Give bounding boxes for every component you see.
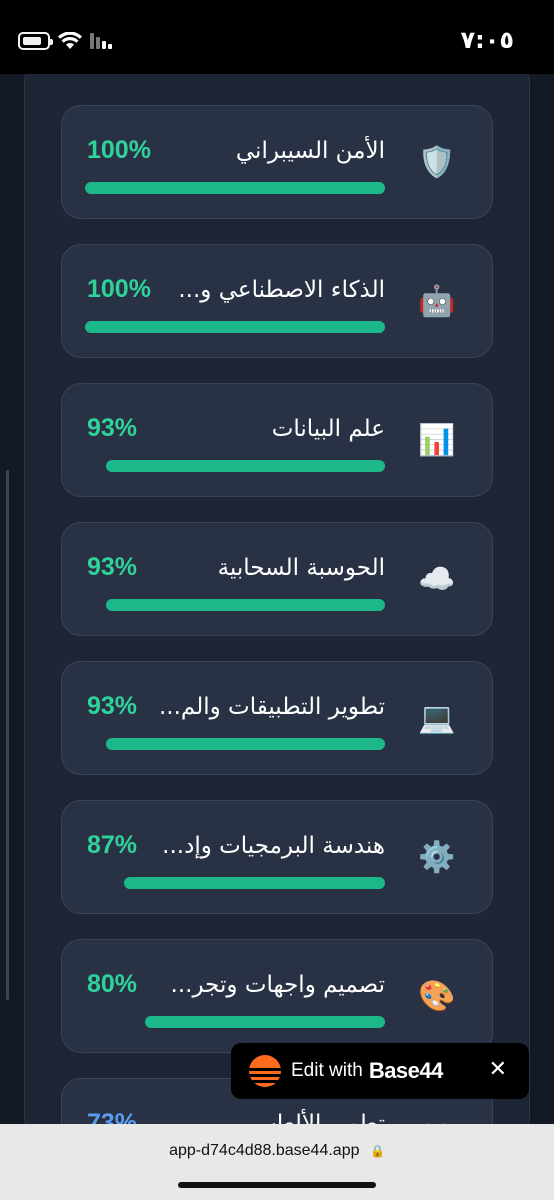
progress-bar-fill bbox=[106, 738, 385, 750]
progress-bar-fill bbox=[85, 182, 385, 194]
skill-percent: 93% bbox=[87, 692, 138, 720]
scroll-indicator[interactable] bbox=[6, 470, 9, 1000]
url-text[interactable]: app-d74c4d88.base44.app bbox=[169, 1142, 359, 1159]
skill-percent: 100% bbox=[87, 275, 151, 303]
gear-icon: ⚙️ bbox=[418, 840, 456, 875]
status-time: ٧:٠٥ bbox=[460, 26, 514, 54]
toast-label: Edit with bbox=[291, 1060, 363, 1081]
progress-bar-fill bbox=[106, 599, 385, 611]
progress-bar-fill bbox=[145, 1016, 385, 1028]
skill-percent: 87% bbox=[87, 831, 138, 859]
skill-title: الأمن السيبراني bbox=[235, 138, 385, 164]
progress-bar bbox=[85, 321, 385, 335]
edit-with-base44-button[interactable]: Edit with Base44 ✕ bbox=[231, 1043, 529, 1099]
skill-percent: 80% bbox=[87, 970, 138, 998]
skill-card[interactable]: 📊 علم البيانات 93% bbox=[61, 383, 493, 497]
skill-card[interactable]: 🤖 الذكاء الاصطناعي و... 100% bbox=[61, 244, 493, 358]
skill-percent: 100% bbox=[87, 136, 151, 164]
close-icon[interactable]: ✕ bbox=[489, 1057, 507, 1082]
progress-bar bbox=[85, 877, 385, 891]
skill-title: الحوسبة السحابية bbox=[217, 555, 385, 581]
toast-brand: Base44 bbox=[368, 1058, 444, 1083]
wifi-icon bbox=[58, 32, 82, 50]
skill-title: تصميم واجهات وتجر... bbox=[170, 972, 385, 998]
progress-bar-fill bbox=[85, 321, 385, 333]
progress-bar bbox=[85, 599, 385, 613]
skill-title: تطوير التطبيقات والم... bbox=[159, 694, 385, 720]
skill-title: الذكاء الاصطناعي و... bbox=[178, 277, 385, 303]
progress-bar bbox=[85, 460, 385, 474]
progress-bar bbox=[85, 1016, 385, 1030]
cell-signal-icon bbox=[90, 33, 114, 49]
cloud-icon: ☁️ bbox=[418, 562, 456, 597]
skill-percent: 93% bbox=[87, 553, 138, 581]
palette-icon: 🎨 bbox=[418, 979, 456, 1014]
base44-logo-icon bbox=[249, 1055, 281, 1087]
home-indicator[interactable] bbox=[178, 1182, 376, 1188]
laptop-icon: 💻 bbox=[418, 701, 456, 736]
progress-bar-fill bbox=[124, 877, 385, 889]
progress-bar bbox=[85, 738, 385, 752]
progress-bar bbox=[85, 182, 385, 196]
skill-card[interactable]: 🎨 تصميم واجهات وتجر... 80% bbox=[61, 939, 493, 1053]
skill-percent: 93% bbox=[87, 414, 138, 442]
robot-icon: 🤖 bbox=[418, 284, 456, 319]
skill-card[interactable]: 🛡️ الأمن السيبراني 100% bbox=[61, 105, 493, 219]
app-screen: 🛡️ الأمن السيبراني 100% 🤖 الذكاء الاصطناعي و… bbox=[0, 0, 554, 1200]
skill-title: علم البيانات bbox=[271, 416, 385, 442]
status-bar: ٧:٠٥ bbox=[0, 0, 554, 74]
skill-card[interactable]: ☁️ الحوسبة السحابية 93% bbox=[61, 522, 493, 636]
progress-bar-fill bbox=[106, 460, 385, 472]
lock-icon: 🔒 bbox=[369, 1143, 385, 1158]
skill-title: هندسة البرمجيات وإد... bbox=[162, 833, 385, 859]
skill-card[interactable]: 💻 تطوير التطبيقات والم... 93% bbox=[61, 661, 493, 775]
browser-url-bar[interactable]: app-d74c4d88.base44.app 🔒 bbox=[0, 1124, 554, 1200]
battery-icon bbox=[18, 32, 53, 50]
chart-icon: 📊 bbox=[418, 423, 456, 458]
skill-card[interactable]: ⚙️ هندسة البرمجيات وإد... 87% bbox=[61, 800, 493, 914]
shield-icon: 🛡️ bbox=[418, 145, 456, 180]
